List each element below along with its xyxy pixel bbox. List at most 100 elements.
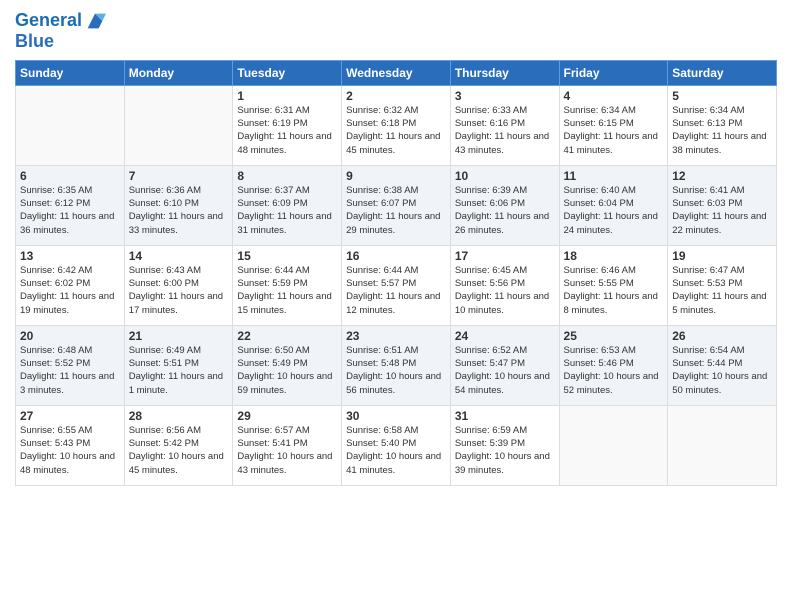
weekday-header-sunday: Sunday [16,60,125,85]
calendar-cell [124,85,233,165]
logo-text-blue: Blue [15,32,106,52]
day-number: 22 [237,329,337,343]
day-info: Sunrise: 6:35 AM Sunset: 6:12 PM Dayligh… [20,184,120,237]
logo-icon [84,10,106,32]
day-number: 12 [672,169,772,183]
day-info: Sunrise: 6:33 AM Sunset: 6:16 PM Dayligh… [455,104,555,157]
page: General Blue SundayMondayTuesdayWednesda… [0,0,792,612]
day-number: 21 [129,329,229,343]
week-row-3: 13Sunrise: 6:42 AM Sunset: 6:02 PM Dayli… [16,245,777,325]
calendar-cell [668,405,777,485]
day-info: Sunrise: 6:32 AM Sunset: 6:18 PM Dayligh… [346,104,446,157]
calendar-table: SundayMondayTuesdayWednesdayThursdayFrid… [15,60,777,486]
day-number: 2 [346,89,446,103]
calendar-cell: 25Sunrise: 6:53 AM Sunset: 5:46 PM Dayli… [559,325,668,405]
day-number: 4 [564,89,664,103]
day-info: Sunrise: 6:34 AM Sunset: 6:15 PM Dayligh… [564,104,664,157]
day-info: Sunrise: 6:39 AM Sunset: 6:06 PM Dayligh… [455,184,555,237]
calendar-cell: 18Sunrise: 6:46 AM Sunset: 5:55 PM Dayli… [559,245,668,325]
day-number: 5 [672,89,772,103]
day-number: 28 [129,409,229,423]
calendar-cell: 1Sunrise: 6:31 AM Sunset: 6:19 PM Daylig… [233,85,342,165]
calendar-cell: 11Sunrise: 6:40 AM Sunset: 6:04 PM Dayli… [559,165,668,245]
calendar-cell: 8Sunrise: 6:37 AM Sunset: 6:09 PM Daylig… [233,165,342,245]
day-info: Sunrise: 6:51 AM Sunset: 5:48 PM Dayligh… [346,344,446,397]
day-info: Sunrise: 6:31 AM Sunset: 6:19 PM Dayligh… [237,104,337,157]
day-info: Sunrise: 6:43 AM Sunset: 6:00 PM Dayligh… [129,264,229,317]
day-number: 17 [455,249,555,263]
calendar-cell: 31Sunrise: 6:59 AM Sunset: 5:39 PM Dayli… [450,405,559,485]
calendar-cell: 10Sunrise: 6:39 AM Sunset: 6:06 PM Dayli… [450,165,559,245]
day-number: 30 [346,409,446,423]
weekday-header-friday: Friday [559,60,668,85]
calendar-cell: 19Sunrise: 6:47 AM Sunset: 5:53 PM Dayli… [668,245,777,325]
calendar-cell: 17Sunrise: 6:45 AM Sunset: 5:56 PM Dayli… [450,245,559,325]
calendar-cell: 6Sunrise: 6:35 AM Sunset: 6:12 PM Daylig… [16,165,125,245]
calendar-cell: 30Sunrise: 6:58 AM Sunset: 5:40 PM Dayli… [342,405,451,485]
calendar-cell: 29Sunrise: 6:57 AM Sunset: 5:41 PM Dayli… [233,405,342,485]
day-info: Sunrise: 6:52 AM Sunset: 5:47 PM Dayligh… [455,344,555,397]
calendar-cell: 22Sunrise: 6:50 AM Sunset: 5:49 PM Dayli… [233,325,342,405]
day-number: 8 [237,169,337,183]
week-row-4: 20Sunrise: 6:48 AM Sunset: 5:52 PM Dayli… [16,325,777,405]
day-info: Sunrise: 6:57 AM Sunset: 5:41 PM Dayligh… [237,424,337,477]
week-row-1: 1Sunrise: 6:31 AM Sunset: 6:19 PM Daylig… [16,85,777,165]
day-number: 15 [237,249,337,263]
day-number: 19 [672,249,772,263]
calendar-cell [559,405,668,485]
day-info: Sunrise: 6:44 AM Sunset: 5:57 PM Dayligh… [346,264,446,317]
calendar-cell: 7Sunrise: 6:36 AM Sunset: 6:10 PM Daylig… [124,165,233,245]
day-number: 26 [672,329,772,343]
day-info: Sunrise: 6:49 AM Sunset: 5:51 PM Dayligh… [129,344,229,397]
day-info: Sunrise: 6:58 AM Sunset: 5:40 PM Dayligh… [346,424,446,477]
day-info: Sunrise: 6:40 AM Sunset: 6:04 PM Dayligh… [564,184,664,237]
day-info: Sunrise: 6:38 AM Sunset: 6:07 PM Dayligh… [346,184,446,237]
calendar-cell: 23Sunrise: 6:51 AM Sunset: 5:48 PM Dayli… [342,325,451,405]
day-number: 14 [129,249,229,263]
calendar-cell: 21Sunrise: 6:49 AM Sunset: 5:51 PM Dayli… [124,325,233,405]
day-number: 24 [455,329,555,343]
day-info: Sunrise: 6:56 AM Sunset: 5:42 PM Dayligh… [129,424,229,477]
day-number: 6 [20,169,120,183]
calendar-cell: 26Sunrise: 6:54 AM Sunset: 5:44 PM Dayli… [668,325,777,405]
calendar-cell: 3Sunrise: 6:33 AM Sunset: 6:16 PM Daylig… [450,85,559,165]
day-info: Sunrise: 6:48 AM Sunset: 5:52 PM Dayligh… [20,344,120,397]
day-number: 3 [455,89,555,103]
day-number: 13 [20,249,120,263]
calendar-cell: 12Sunrise: 6:41 AM Sunset: 6:03 PM Dayli… [668,165,777,245]
day-number: 9 [346,169,446,183]
day-number: 25 [564,329,664,343]
day-info: Sunrise: 6:53 AM Sunset: 5:46 PM Dayligh… [564,344,664,397]
calendar-cell: 9Sunrise: 6:38 AM Sunset: 6:07 PM Daylig… [342,165,451,245]
day-info: Sunrise: 6:59 AM Sunset: 5:39 PM Dayligh… [455,424,555,477]
weekday-header-row: SundayMondayTuesdayWednesdayThursdayFrid… [16,60,777,85]
day-info: Sunrise: 6:37 AM Sunset: 6:09 PM Dayligh… [237,184,337,237]
weekday-header-tuesday: Tuesday [233,60,342,85]
weekday-header-thursday: Thursday [450,60,559,85]
day-info: Sunrise: 6:50 AM Sunset: 5:49 PM Dayligh… [237,344,337,397]
calendar-cell: 5Sunrise: 6:34 AM Sunset: 6:13 PM Daylig… [668,85,777,165]
weekday-header-monday: Monday [124,60,233,85]
day-number: 16 [346,249,446,263]
calendar-cell: 15Sunrise: 6:44 AM Sunset: 5:59 PM Dayli… [233,245,342,325]
day-info: Sunrise: 6:34 AM Sunset: 6:13 PM Dayligh… [672,104,772,157]
day-info: Sunrise: 6:46 AM Sunset: 5:55 PM Dayligh… [564,264,664,317]
logo-text: General [15,11,82,31]
weekday-header-wednesday: Wednesday [342,60,451,85]
calendar-cell: 14Sunrise: 6:43 AM Sunset: 6:00 PM Dayli… [124,245,233,325]
day-info: Sunrise: 6:36 AM Sunset: 6:10 PM Dayligh… [129,184,229,237]
day-number: 11 [564,169,664,183]
day-info: Sunrise: 6:42 AM Sunset: 6:02 PM Dayligh… [20,264,120,317]
calendar-cell: 4Sunrise: 6:34 AM Sunset: 6:15 PM Daylig… [559,85,668,165]
calendar-cell: 2Sunrise: 6:32 AM Sunset: 6:18 PM Daylig… [342,85,451,165]
logo: General Blue [15,10,106,52]
day-info: Sunrise: 6:47 AM Sunset: 5:53 PM Dayligh… [672,264,772,317]
day-info: Sunrise: 6:55 AM Sunset: 5:43 PM Dayligh… [20,424,120,477]
calendar-cell: 20Sunrise: 6:48 AM Sunset: 5:52 PM Dayli… [16,325,125,405]
day-number: 7 [129,169,229,183]
week-row-2: 6Sunrise: 6:35 AM Sunset: 6:12 PM Daylig… [16,165,777,245]
day-info: Sunrise: 6:45 AM Sunset: 5:56 PM Dayligh… [455,264,555,317]
calendar-cell: 27Sunrise: 6:55 AM Sunset: 5:43 PM Dayli… [16,405,125,485]
week-row-5: 27Sunrise: 6:55 AM Sunset: 5:43 PM Dayli… [16,405,777,485]
day-number: 29 [237,409,337,423]
